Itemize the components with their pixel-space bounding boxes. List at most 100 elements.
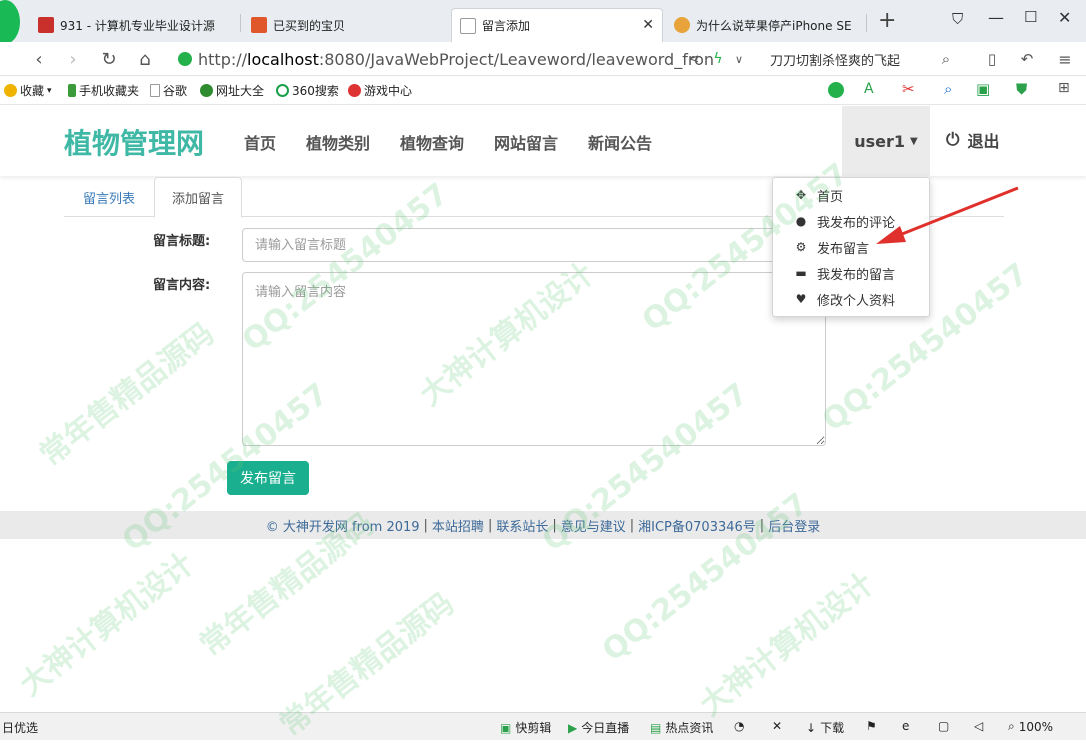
web-icon	[200, 84, 213, 97]
new-tab-button[interactable]: +	[878, 8, 896, 33]
page-icon	[460, 17, 476, 34]
annotation-arrow-icon	[876, 186, 1019, 244]
tab-message-list[interactable]: 留言列表	[64, 177, 154, 217]
clip-icon: ▣	[500, 720, 512, 735]
share-icon[interactable]: ⋖	[686, 42, 702, 76]
bookmark-item[interactable]: 收藏 ▾	[4, 82, 52, 99]
dropdown-item-label: 修改个人资料	[817, 293, 896, 309]
forward-icon[interactable]: ›	[60, 42, 86, 76]
close-window-icon[interactable]: ✕	[1058, 8, 1071, 27]
logout-label: 退出	[967, 132, 1000, 151]
status-item-label: 下载	[820, 721, 845, 735]
translate-icon[interactable]: A	[864, 81, 874, 97]
footer-link-contact[interactable]: 联系站长	[496, 516, 548, 535]
chrome-icon	[674, 17, 690, 33]
divider: |	[552, 517, 557, 533]
gamepad-icon[interactable]: ▣	[976, 80, 990, 98]
browser-status-bar: 日优选 ▣ 快剪辑 ▶ 今日直播 ▤ 热点资讯 ◔ ✕ ↓ 下载 ⚑ e ▢ ◁…	[0, 712, 1086, 740]
card-icon: ▬	[795, 266, 807, 280]
divider: |	[759, 517, 765, 533]
footer-link-feedback[interactable]: 意见与建议	[561, 516, 626, 535]
close-tab-icon[interactable]: ✕	[642, 17, 654, 33]
scissors-icon[interactable]: ✂	[902, 80, 915, 98]
bookmark-item[interactable]: 谷歌	[150, 82, 187, 99]
back-icon[interactable]: ‹	[26, 42, 52, 76]
dropdown-item-edit-profile[interactable]: ♥ 修改个人资料	[773, 286, 929, 312]
content-textarea[interactable]	[242, 272, 826, 446]
grid-apps-icon[interactable]: ⊞	[1058, 80, 1070, 96]
chevron-down-icon[interactable]: ∨	[732, 42, 746, 76]
search-suggestion[interactable]: 刀刀切割杀怪爽的飞起	[770, 50, 900, 69]
title-input[interactable]	[242, 228, 826, 262]
bookmark-item[interactable]: 360搜索	[276, 82, 339, 99]
minimize-icon[interactable]: —	[988, 8, 1004, 27]
tab-add-message[interactable]: 添加留言	[154, 177, 242, 218]
status-promo[interactable]: 日优选	[2, 719, 38, 736]
mute-icon[interactable]: ✕	[772, 719, 782, 733]
status-item-download[interactable]: ↓ 下载	[806, 719, 844, 736]
window-icon[interactable]: ▢	[938, 719, 949, 733]
phone-icon	[68, 84, 76, 97]
shirt-skin-icon[interactable]: ⛉	[952, 10, 963, 28]
lightning-icon[interactable]: ϟ	[710, 42, 726, 76]
dropdown-item-label: 发布留言	[817, 241, 870, 257]
browser-tab-4[interactable]: 为什么说苹果停产iPhone SE	[666, 8, 854, 42]
maximize-icon[interactable]: ☐	[1024, 8, 1037, 26]
magnifier-icon[interactable]: ⌕	[944, 80, 952, 98]
bookmark-item[interactable]: 游戏中心	[348, 82, 412, 99]
shield-icon[interactable]: ⛊	[1016, 80, 1027, 98]
divider: |	[423, 517, 428, 533]
ie-icon[interactable]: e	[902, 719, 909, 733]
tab-divider	[866, 14, 867, 32]
star-icon	[4, 84, 17, 97]
search-icon[interactable]: ⌕	[936, 42, 956, 76]
status-item-clip[interactable]: ▣ 快剪辑	[500, 719, 551, 736]
url-scheme: http://	[198, 49, 248, 69]
menu-icon[interactable]: ≡	[1052, 42, 1078, 76]
user-icon: ●	[795, 214, 807, 228]
dropdown-item-my-messages[interactable]: ▬ 我发布的留言	[773, 260, 929, 286]
user-menu-toggle[interactable]: user1 ▼	[842, 106, 930, 176]
flag-icon[interactable]: ⚑	[866, 719, 877, 733]
bookmark-item[interactable]: 网址大全	[200, 82, 264, 99]
browser-tab-title: 留言添加	[482, 19, 531, 33]
site-header: 植物管理网 首页 植物类别 植物查询 网站留言 新闻公告 user1 ▼ ⏻ 退…	[0, 106, 1086, 176]
submit-message-button[interactable]: 发布留言	[227, 461, 309, 495]
browser-nav-bar: ‹ › ↻ ⌂ http://localhost:8080/JavaWebPro…	[0, 42, 1086, 76]
nav-news[interactable]: 新闻公告	[588, 130, 652, 154]
undo-icon[interactable]: ↶	[1012, 42, 1042, 76]
site-logo[interactable]: 植物管理网	[64, 122, 204, 162]
content-label: 留言内容:	[153, 278, 211, 293]
heart-icon: ♥	[795, 292, 807, 306]
nav-home[interactable]: 首页	[244, 130, 276, 154]
browser-tab-1[interactable]: 931 - 计算机专业毕业设计源	[30, 8, 240, 42]
browser-tab-bar: 931 - 计算机专业毕业设计源 已买到的宝贝 留言添加 ✕ 为什么说苹果停产i…	[0, 0, 1086, 44]
bookmark-item[interactable]: 手机收藏夹	[68, 82, 139, 99]
zoom-control[interactable]: ⌕ 100%	[1008, 719, 1053, 734]
home-icon[interactable]: ⌂	[132, 42, 158, 76]
browser-tab-2[interactable]: 已买到的宝贝	[243, 8, 448, 42]
browser-tab-3-active[interactable]: 留言添加 ✕	[451, 8, 663, 42]
zoom-level: 100%	[1018, 719, 1054, 734]
play-icon: ▶	[568, 720, 578, 735]
nav-plant-category[interactable]: 植物类别	[306, 130, 370, 154]
reader-icon[interactable]: ▯	[982, 42, 1002, 76]
speed-icon[interactable]: ◔	[734, 719, 744, 733]
address-bar[interactable]: http://localhost:8080/JavaWebProject/Lea…	[178, 46, 758, 72]
title-label: 留言标题:	[153, 234, 211, 249]
nav-plant-search[interactable]: 植物查询	[400, 130, 464, 154]
footer-link-icp[interactable]: 湘ICP备0703346号	[638, 516, 756, 535]
speaker-icon[interactable]: ◁	[974, 719, 983, 733]
nav-guestbook[interactable]: 网站留言	[494, 130, 558, 154]
footer-link-jobs[interactable]: 本站招聘	[432, 516, 484, 535]
status-item-live[interactable]: ▶ 今日直播	[568, 719, 629, 736]
download-icon: ↓	[806, 720, 817, 735]
bookmark-label: 网址大全	[216, 84, 265, 98]
footer-link-admin-login[interactable]: 后台登录	[768, 516, 820, 535]
status-item-news[interactable]: ▤ 热点资讯	[650, 719, 713, 736]
page-icon	[150, 84, 160, 97]
extension-icon[interactable]	[828, 82, 844, 98]
reload-icon[interactable]: ↻	[96, 42, 122, 76]
logout-button[interactable]: ⏻ 退出	[946, 128, 999, 152]
tab-divider	[240, 14, 241, 32]
